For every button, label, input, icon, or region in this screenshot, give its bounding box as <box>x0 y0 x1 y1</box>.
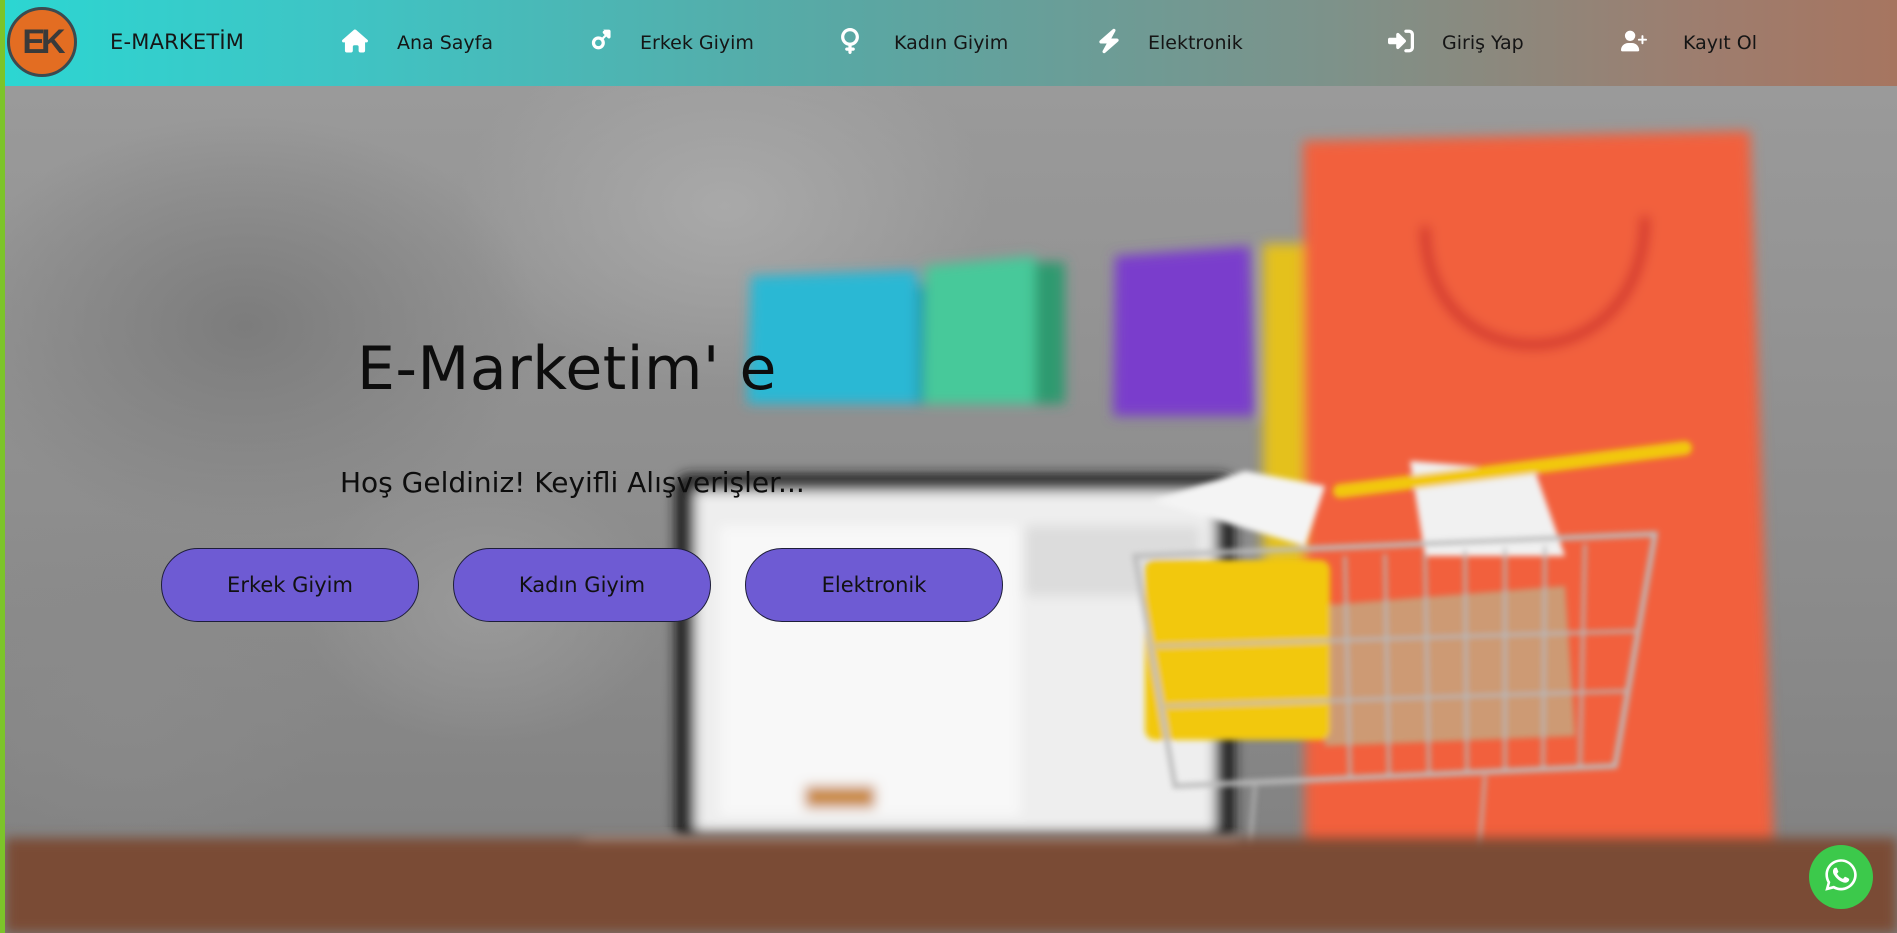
nav-item-men[interactable]: Erkek Giyim <box>587 28 754 59</box>
bolt-icon <box>1096 28 1122 59</box>
nav-label-men: Erkek Giyim <box>640 32 754 54</box>
whatsapp-icon <box>1823 857 1859 897</box>
nav-item-register[interactable]: Kayıt Ol <box>1621 28 1757 59</box>
hero-subtitle: Hoş Geldiniz! Keyifli Alışverişler... <box>340 466 805 499</box>
whatsapp-button[interactable] <box>1809 845 1873 909</box>
brand-logo[interactable]: EK <box>7 7 77 77</box>
nav-label-register: Kayıt Ol <box>1683 32 1758 54</box>
mars-icon <box>587 28 613 59</box>
men-clothing-button[interactable]: Erkek Giyim <box>161 548 419 622</box>
nav-label-home: Ana Sayfa <box>397 32 494 54</box>
top-navbar: EK E-MARKETİM Ana Sayfa Erkek Giyim Kadı… <box>5 0 1897 86</box>
home-icon <box>342 28 368 59</box>
logo-text: EK <box>22 22 65 61</box>
nav-item-login[interactable]: Giriş Yap <box>1388 28 1524 59</box>
hero-title: E-Marketim' e <box>357 334 777 404</box>
user-plus-icon <box>1621 28 1647 59</box>
nav-label-electronics: Elektronik <box>1148 32 1243 54</box>
nav-item-electronics[interactable]: Elektronik <box>1096 28 1243 59</box>
nav-item-home[interactable]: Ana Sayfa <box>342 28 493 59</box>
left-edge-bar <box>0 0 5 933</box>
nav-label-women: Kadın Giyim <box>894 32 1009 54</box>
women-clothing-button[interactable]: Kadın Giyim <box>453 548 711 622</box>
venus-icon <box>837 27 863 59</box>
nav-item-women[interactable]: Kadın Giyim <box>837 27 1008 59</box>
hero-section: E-Marketim' e Hoş Geldiniz! Keyifli Alış… <box>5 86 1897 933</box>
hero-background-image <box>5 131 1897 933</box>
electronics-button[interactable]: Elektronik <box>745 548 1003 622</box>
nav-label-login: Giriş Yap <box>1442 32 1524 54</box>
brand-name[interactable]: E-MARKETİM <box>110 30 244 54</box>
sign-in-icon <box>1388 28 1414 59</box>
